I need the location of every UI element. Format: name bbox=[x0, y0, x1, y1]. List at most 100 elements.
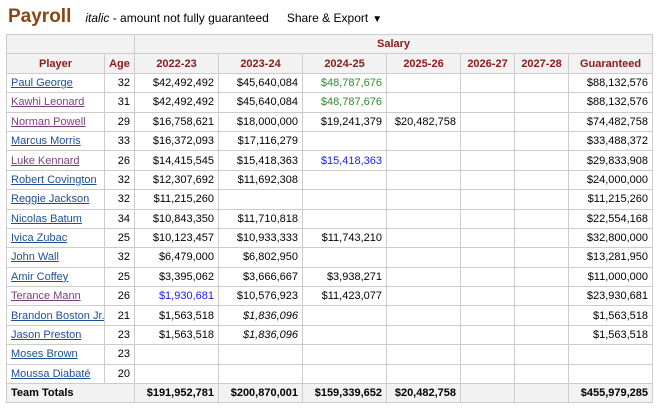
salary-cell: $1,836,096 bbox=[218, 305, 303, 326]
column-header[interactable]: 2027-28 bbox=[514, 53, 569, 74]
player-link[interactable]: John Wall bbox=[11, 251, 59, 263]
salary-cell bbox=[386, 227, 461, 249]
player-link[interactable]: Ivica Zubac bbox=[11, 232, 67, 244]
player-link[interactable]: Robert Covington bbox=[11, 174, 97, 186]
guaranteed-cell: $1,563,518 bbox=[567, 305, 654, 326]
table-row: Amir Coffey 25 $3,395,062 $3,666,667 $3,938,… bbox=[6, 266, 654, 288]
column-header[interactable]: Guaranteed bbox=[567, 53, 654, 74]
salary-cell: $3,666,667 bbox=[218, 266, 303, 288]
guaranteed-cell: $74,482,758 bbox=[567, 111, 654, 132]
salary-cell bbox=[386, 189, 461, 210]
column-header[interactable]: 2022-23 bbox=[134, 53, 219, 74]
salary-cell bbox=[386, 92, 461, 113]
salary-cell bbox=[460, 208, 515, 229]
total-cell: $159,339,652 bbox=[302, 383, 387, 404]
player-cell: Reggie Jackson bbox=[6, 189, 105, 210]
player-link[interactable]: Paul George bbox=[11, 77, 73, 89]
salary-cell: $1,563,518 bbox=[134, 324, 219, 346]
salary-cell bbox=[514, 150, 569, 171]
player-link[interactable]: Jason Preston bbox=[11, 329, 81, 341]
age-cell: 26 bbox=[104, 286, 135, 307]
column-header[interactable]: 2025-26 bbox=[386, 53, 461, 74]
age-cell: 33 bbox=[104, 130, 135, 152]
column-header[interactable]: 2026-27 bbox=[460, 53, 515, 74]
player-link[interactable]: Moussa Diabaté bbox=[11, 368, 91, 380]
salary-cell bbox=[218, 189, 303, 210]
salary-cell: $11,743,210 bbox=[302, 227, 387, 249]
age-cell: 31 bbox=[104, 92, 135, 113]
column-header[interactable]: Age bbox=[104, 53, 135, 74]
player-link[interactable]: Terance Mann bbox=[11, 290, 81, 302]
table-row: Norman Powell 29 $16,758,621 $18,000,000 $19… bbox=[6, 111, 654, 132]
player-link[interactable]: Kawhi Leonard bbox=[11, 96, 84, 108]
salary-cell bbox=[460, 266, 515, 288]
player-link[interactable]: Amir Coffey bbox=[11, 271, 68, 283]
guaranteed-cell: $22,554,168 bbox=[567, 208, 654, 229]
share-export-button[interactable]: Share & Export ▼ bbox=[287, 11, 382, 25]
table-row: Marcus Morris 33 $16,372,093 $17,116,279 $33… bbox=[6, 130, 654, 152]
guaranteed-cell: $24,000,000 bbox=[567, 169, 654, 191]
salary-cell: $3,938,271 bbox=[302, 266, 387, 288]
salary-cell: $48,787,676 bbox=[302, 72, 387, 94]
salary-cell bbox=[514, 169, 569, 191]
salary-cell bbox=[460, 169, 515, 191]
salary-cell bbox=[386, 266, 461, 288]
total-cell: $20,482,758 bbox=[386, 383, 461, 404]
salary-cell bbox=[514, 130, 569, 152]
group-header-row: Salary bbox=[6, 33, 654, 55]
salary-cell bbox=[386, 208, 461, 229]
salary-cell: $10,843,350 bbox=[134, 208, 219, 229]
salary-cell bbox=[460, 92, 515, 113]
guaranteed-cell: $33,488,372 bbox=[567, 130, 654, 152]
salary-cell bbox=[460, 111, 515, 132]
salary-cell: $11,215,260 bbox=[134, 189, 219, 210]
total-cell bbox=[514, 383, 569, 404]
salary-cell: $18,000,000 bbox=[218, 111, 303, 132]
salary-cell: $1,836,096 bbox=[218, 324, 303, 346]
salary-cell: $17,116,279 bbox=[218, 130, 303, 152]
player-link[interactable]: Moses Brown bbox=[11, 348, 78, 360]
salary-cell bbox=[460, 324, 515, 346]
column-header[interactable]: 2023-24 bbox=[218, 53, 303, 74]
salary-cell: $1,563,518 bbox=[134, 305, 219, 326]
salary-cell bbox=[218, 344, 303, 365]
salary-cell: $20,482,758 bbox=[386, 111, 461, 132]
team-totals-row: Team Totals $191,952,781 $200,870,001 $159,… bbox=[6, 383, 654, 404]
salary-cell: $16,372,093 bbox=[134, 130, 219, 152]
salary-cell: $11,423,077 bbox=[302, 286, 387, 307]
player-cell: Brandon Boston Jr. bbox=[6, 305, 105, 326]
column-header[interactable]: 2024-25 bbox=[302, 53, 387, 74]
salary-cell bbox=[514, 286, 569, 307]
salary-cell bbox=[514, 208, 569, 229]
salary-cell: $45,640,084 bbox=[218, 72, 303, 94]
salary-cell: $11,692,308 bbox=[218, 169, 303, 191]
salary-cell bbox=[460, 286, 515, 307]
salary-cell: $45,640,084 bbox=[218, 92, 303, 113]
salary-cell: $15,418,363 bbox=[302, 150, 387, 171]
total-cell: $200,870,001 bbox=[218, 383, 303, 404]
age-cell: 23 bbox=[104, 344, 135, 365]
salary-cell: $16,758,621 bbox=[134, 111, 219, 132]
player-link[interactable]: Luke Kennard bbox=[11, 155, 80, 167]
section-title: Payroll bbox=[8, 6, 72, 27]
column-header[interactable]: Player bbox=[6, 53, 105, 74]
salary-cell bbox=[514, 247, 569, 268]
salary-cell bbox=[460, 150, 515, 171]
legend-note-text: - amount not fully guaranteed bbox=[109, 11, 269, 25]
player-link[interactable]: Reggie Jackson bbox=[11, 193, 89, 205]
salary-cell bbox=[514, 305, 569, 326]
player-link[interactable]: Nicolas Batum bbox=[11, 213, 82, 225]
player-cell: Moussa Diabaté bbox=[6, 363, 105, 385]
guaranteed-cell: $88,132,576 bbox=[567, 92, 654, 113]
guaranteed-cell bbox=[567, 363, 654, 385]
salary-cell: $3,395,062 bbox=[134, 266, 219, 288]
table-row: Moses Brown 23 bbox=[6, 344, 654, 365]
player-link[interactable]: Marcus Morris bbox=[11, 135, 81, 147]
salary-cell bbox=[302, 208, 387, 229]
age-cell: 26 bbox=[104, 150, 135, 171]
player-link[interactable]: Brandon Boston Jr. bbox=[11, 310, 104, 322]
salary-cell: $42,492,492 bbox=[134, 92, 219, 113]
player-cell: Ivica Zubac bbox=[6, 227, 105, 249]
player-cell: Robert Covington bbox=[6, 169, 105, 191]
player-link[interactable]: Norman Powell bbox=[11, 116, 86, 128]
